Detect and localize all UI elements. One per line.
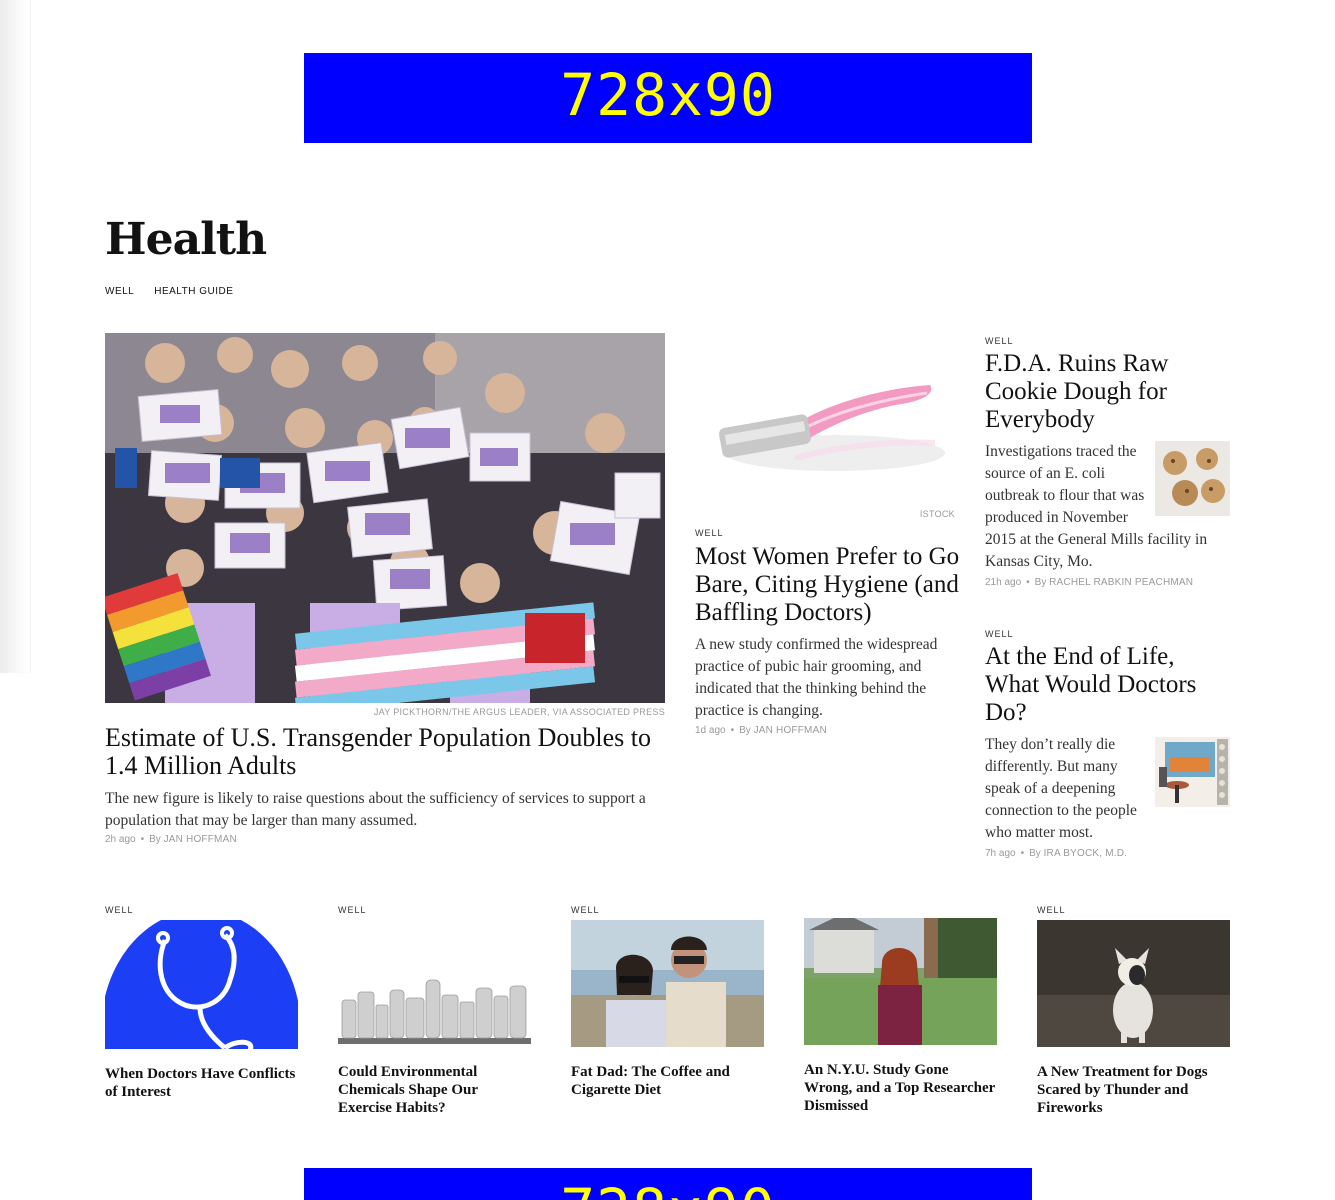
lead-headline[interactable]: Estimate of U.S. Transgender Population …: [105, 724, 665, 780]
subnav-health-guide-link[interactable]: HEALTH GUIDE: [154, 286, 233, 297]
right-story-1-summary: Investigations traced the source of an E…: [985, 441, 1230, 573]
right-story-1-summary-text: Investigations traced the source of an E…: [985, 443, 1208, 570]
middle-summary: A new study confirmed the widespread pra…: [695, 636, 938, 719]
right-story-2-byline: 7h ago • By IRA BYOCK, M.D.: [985, 848, 1128, 859]
byline-prefix: By: [1029, 848, 1041, 859]
fat-dad-photo[interactable]: [571, 920, 764, 1047]
section-subnav: WELL HEALTH GUIDE: [105, 286, 233, 297]
right-story-1-kicker[interactable]: WELL: [985, 336, 1014, 346]
lead-author[interactable]: JAN HOFFMAN: [164, 834, 237, 845]
right-story-2-summary: They don’t really die differently. But m…: [985, 736, 1137, 841]
middle-byline: 1d ago • By JAN HOFFMAN: [695, 725, 827, 736]
end-of-life-thumbnail[interactable]: [1155, 737, 1230, 807]
middle-timestamp: 1d ago: [695, 725, 726, 736]
right-story-2-author[interactable]: IRA BYOCK, M.D.: [1044, 848, 1128, 859]
middle-photo-razor[interactable]: [695, 333, 955, 503]
byline-prefix: By: [149, 834, 161, 845]
stethoscope-illustration[interactable]: [105, 920, 298, 1049]
ad-size-label: 728x90: [560, 1176, 776, 1200]
bottles-photo[interactable]: [338, 920, 531, 1047]
bottom-story-1-kicker[interactable]: WELL: [105, 905, 134, 915]
nyu-study-photo[interactable]: [804, 918, 997, 1045]
lead-photo-credit: JAY PICKTHORN/THE ARGUS LEADER, VIA ASSO…: [373, 707, 665, 717]
bottom-story-1-headline[interactable]: When Doctors Have Conflicts of Interest: [105, 1065, 298, 1101]
middle-photo-credit: ISTOCK: [919, 509, 955, 519]
bottom-banner-ad[interactable]: 728x90: [304, 1168, 1032, 1200]
left-edge-shadow: [0, 0, 31, 673]
subnav-well-link[interactable]: WELL: [105, 286, 134, 297]
lead-byline: 2h ago • By JAN HOFFMAN: [105, 834, 237, 845]
middle-author[interactable]: JAN HOFFMAN: [754, 725, 827, 736]
right-story-1-author[interactable]: RACHEL RABKIN PEACHMAN: [1049, 577, 1193, 588]
middle-kicker[interactable]: WELL: [695, 528, 724, 538]
middle-headline[interactable]: Most Women Prefer to Go Bare, Citing Hyg…: [695, 543, 960, 627]
bottom-story-3-headline[interactable]: Fat Dad: The Coffee and Cigarette Diet: [571, 1063, 764, 1099]
right-story-1-byline: 21h ago • By RACHEL RABKIN PEACHMAN: [985, 577, 1194, 588]
right-story-2-headline[interactable]: At the End of Life, What Would Doctors D…: [985, 643, 1230, 727]
bottom-story-4-headline[interactable]: An N.Y.U. Study Gone Wrong, and a Top Re…: [804, 1061, 997, 1115]
bottom-story-5-kicker[interactable]: WELL: [1037, 905, 1066, 915]
section-title: Health: [105, 214, 267, 265]
bottom-story-5-headline[interactable]: A New Treatment for Dogs Scared by Thund…: [1037, 1063, 1230, 1117]
byline-prefix: By: [1034, 577, 1047, 588]
bottom-story-2-kicker[interactable]: WELL: [338, 905, 367, 915]
right-story-1-timestamp: 21h ago: [985, 577, 1022, 588]
lead-timestamp: 2h ago: [105, 834, 136, 845]
right-story-2-kicker[interactable]: WELL: [985, 629, 1014, 639]
right-story-2-timestamp: 7h ago: [985, 848, 1016, 859]
lead-summary: The new figure is likely to raise questi…: [105, 790, 646, 829]
bottom-story-3-kicker[interactable]: WELL: [571, 905, 600, 915]
top-banner-ad[interactable]: 728x90: [304, 53, 1032, 143]
byline-prefix: By: [739, 725, 751, 736]
dog-photo[interactable]: [1037, 920, 1230, 1047]
bottom-story-2-headline[interactable]: Could Environmental Chemicals Shape Our …: [338, 1063, 531, 1117]
lead-photo-rally[interactable]: [105, 333, 665, 703]
right-story-1-headline[interactable]: F.D.A. Ruins Raw Cookie Dough for Everyb…: [985, 350, 1230, 434]
ad-size-label: 728x90: [560, 61, 776, 129]
